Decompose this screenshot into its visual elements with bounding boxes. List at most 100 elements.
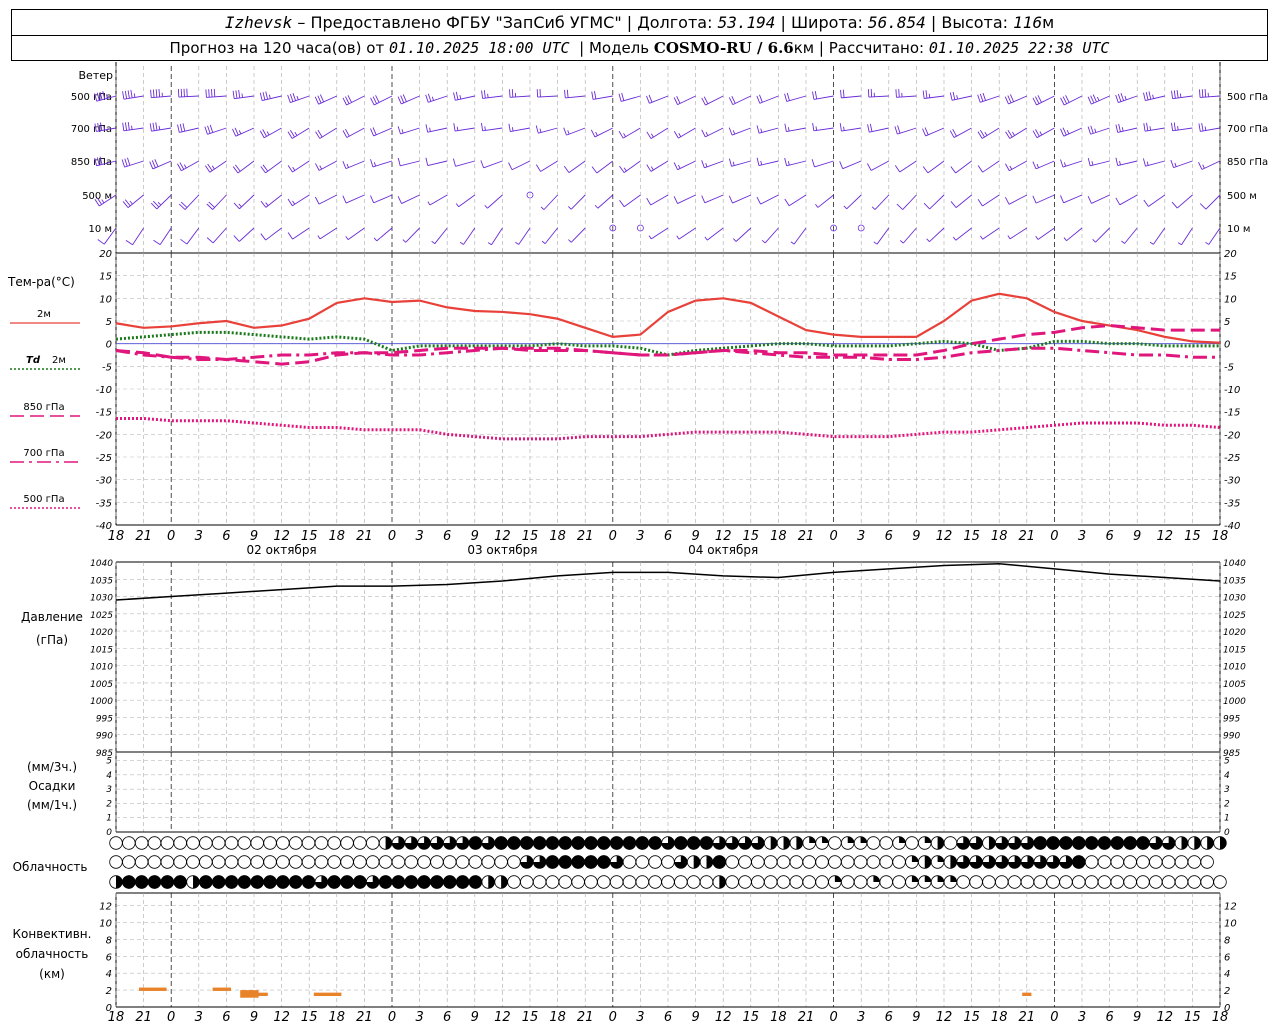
cloud-symbol: [1123, 875, 1137, 889]
cloud-symbol: [404, 855, 418, 869]
temp-tick-right: -20: [1224, 430, 1240, 441]
wind-barb: [1142, 158, 1165, 167]
wind-barb: [894, 125, 917, 135]
wind-barb: [568, 194, 586, 210]
temp-tick-left: 20: [99, 249, 112, 260]
cloud-symbol: [584, 875, 598, 889]
wind-barb: [812, 91, 834, 100]
wind-barb: [1177, 227, 1193, 246]
cloud-symbol: [276, 836, 290, 850]
cloud-symbol-fill: [924, 855, 932, 869]
pres-tick-left: 1015: [90, 645, 113, 655]
wind-barb: [206, 227, 227, 244]
cloud-symbol: [879, 836, 893, 850]
wind-barb: [1115, 157, 1138, 166]
cloud-symbol-fill: [1059, 836, 1073, 850]
cloud-symbol: [134, 836, 149, 850]
wind-barb: [949, 127, 972, 138]
wind-barb: [977, 160, 1000, 173]
wind-barb: [646, 160, 669, 172]
cloud-symbol: [109, 855, 123, 869]
pres-tick-left: 1035: [90, 576, 113, 586]
cloud-symbol: [340, 855, 354, 869]
time-tick-label: 9: [912, 529, 920, 544]
wind-barb: [1171, 122, 1193, 132]
cloud-symbol-fill: [1110, 836, 1125, 850]
wind-barb: [314, 94, 337, 105]
wind-level-label-right: 700 гПа: [1227, 124, 1268, 135]
time-tick-label: 21: [135, 529, 152, 544]
cloud-title: Облачность: [13, 860, 88, 874]
conv-tick-right: 2: [1224, 986, 1230, 997]
temp-tick-right: -15: [1224, 408, 1240, 419]
bottom-time-tick-label: 15: [522, 1010, 539, 1024]
bottom-time-tick-label: 18: [329, 1010, 346, 1024]
wind-barb: [673, 160, 696, 171]
cloud-symbol-fill: [134, 875, 149, 889]
bottom-time-tick-label: 6: [443, 1010, 451, 1024]
conv-unit: (км): [39, 967, 65, 981]
cloud-symbol: [1161, 855, 1176, 869]
cloud-symbol: [1110, 855, 1125, 869]
wind-barb: [515, 227, 531, 245]
bottom-time-tick-label: 12: [715, 1010, 732, 1024]
wind-barb: [453, 91, 475, 101]
wind-barb: [204, 160, 227, 173]
time-tick-label: 0: [388, 529, 396, 544]
cloud-symbol-fill: [116, 875, 123, 889]
cloud-symbol-fill: [443, 875, 457, 889]
pres-tick-left: 1025: [90, 611, 113, 621]
cloud-symbol-fill: [404, 875, 418, 889]
wind-barb: [204, 124, 227, 135]
bottom-time-tick-label: 9: [912, 1010, 920, 1024]
temp-tick-right: 5: [1224, 317, 1230, 328]
time-tick-label: 18: [991, 529, 1008, 544]
cloud-symbol: [558, 875, 573, 889]
cloud-symbol: [263, 836, 277, 850]
cloud-symbol: [494, 855, 508, 869]
wind-barb: [481, 90, 503, 99]
wind-barb: [233, 194, 255, 210]
cloud-symbol: [763, 875, 778, 889]
cloud-symbol-fill: [706, 855, 713, 869]
wind-barb: [425, 157, 448, 166]
cloud-symbol-fill: [571, 855, 585, 869]
wind-barb: [756, 94, 779, 104]
conv-tick-right: 8: [1224, 935, 1230, 946]
cloud-symbol-fill: [860, 836, 867, 843]
meteogram-chart: Ветер 500 гПа 500 гПа 700 гПа 700 гПа 850 гПа…: [7, 62, 1268, 1024]
pres-tick-left: 1010: [90, 663, 113, 673]
wind-barb: [594, 194, 614, 209]
cloud-symbol: [1072, 875, 1086, 889]
wind-barb: [867, 160, 890, 171]
temp-tick-right: -5: [1224, 362, 1234, 373]
bottom-time-tick-label: 15: [301, 1010, 318, 1024]
wind-barb: [784, 194, 807, 207]
time-tick-label: 18: [770, 529, 787, 544]
wind-barb: [455, 194, 476, 208]
conv-tick-right: 4: [1224, 969, 1230, 980]
time-tick-label: 0: [829, 529, 837, 544]
wind-barb: [1060, 194, 1083, 204]
cloud-symbol: [1187, 875, 1202, 889]
cloud-symbol: [160, 836, 175, 850]
cloud-symbol: [776, 875, 791, 889]
temp-tick-left: 5: [106, 317, 112, 328]
wind-barb: [1205, 227, 1221, 245]
pres-tick-right: 1005: [1223, 680, 1246, 690]
bottom-time-tick-label: 9: [471, 1010, 479, 1024]
wind-title: Ветер: [79, 69, 113, 82]
wind-barb: [508, 123, 531, 133]
wind-barb: [535, 160, 558, 172]
wind-barb: [704, 227, 724, 241]
wind-barb: [177, 123, 199, 133]
cloud-symbol-fill: [1072, 855, 1086, 869]
wind-level-label-right: 10 м: [1227, 224, 1250, 235]
wind-barb: [784, 123, 807, 133]
bottom-time-tick-label: 3: [857, 1010, 865, 1024]
cloud-symbol-fill: [924, 836, 932, 843]
wind-barb: [922, 90, 945, 99]
temp-tick-left: -15: [96, 408, 112, 419]
bottom-time-tick-label: 3: [195, 1010, 203, 1024]
cloud-symbol: [1187, 855, 1202, 869]
